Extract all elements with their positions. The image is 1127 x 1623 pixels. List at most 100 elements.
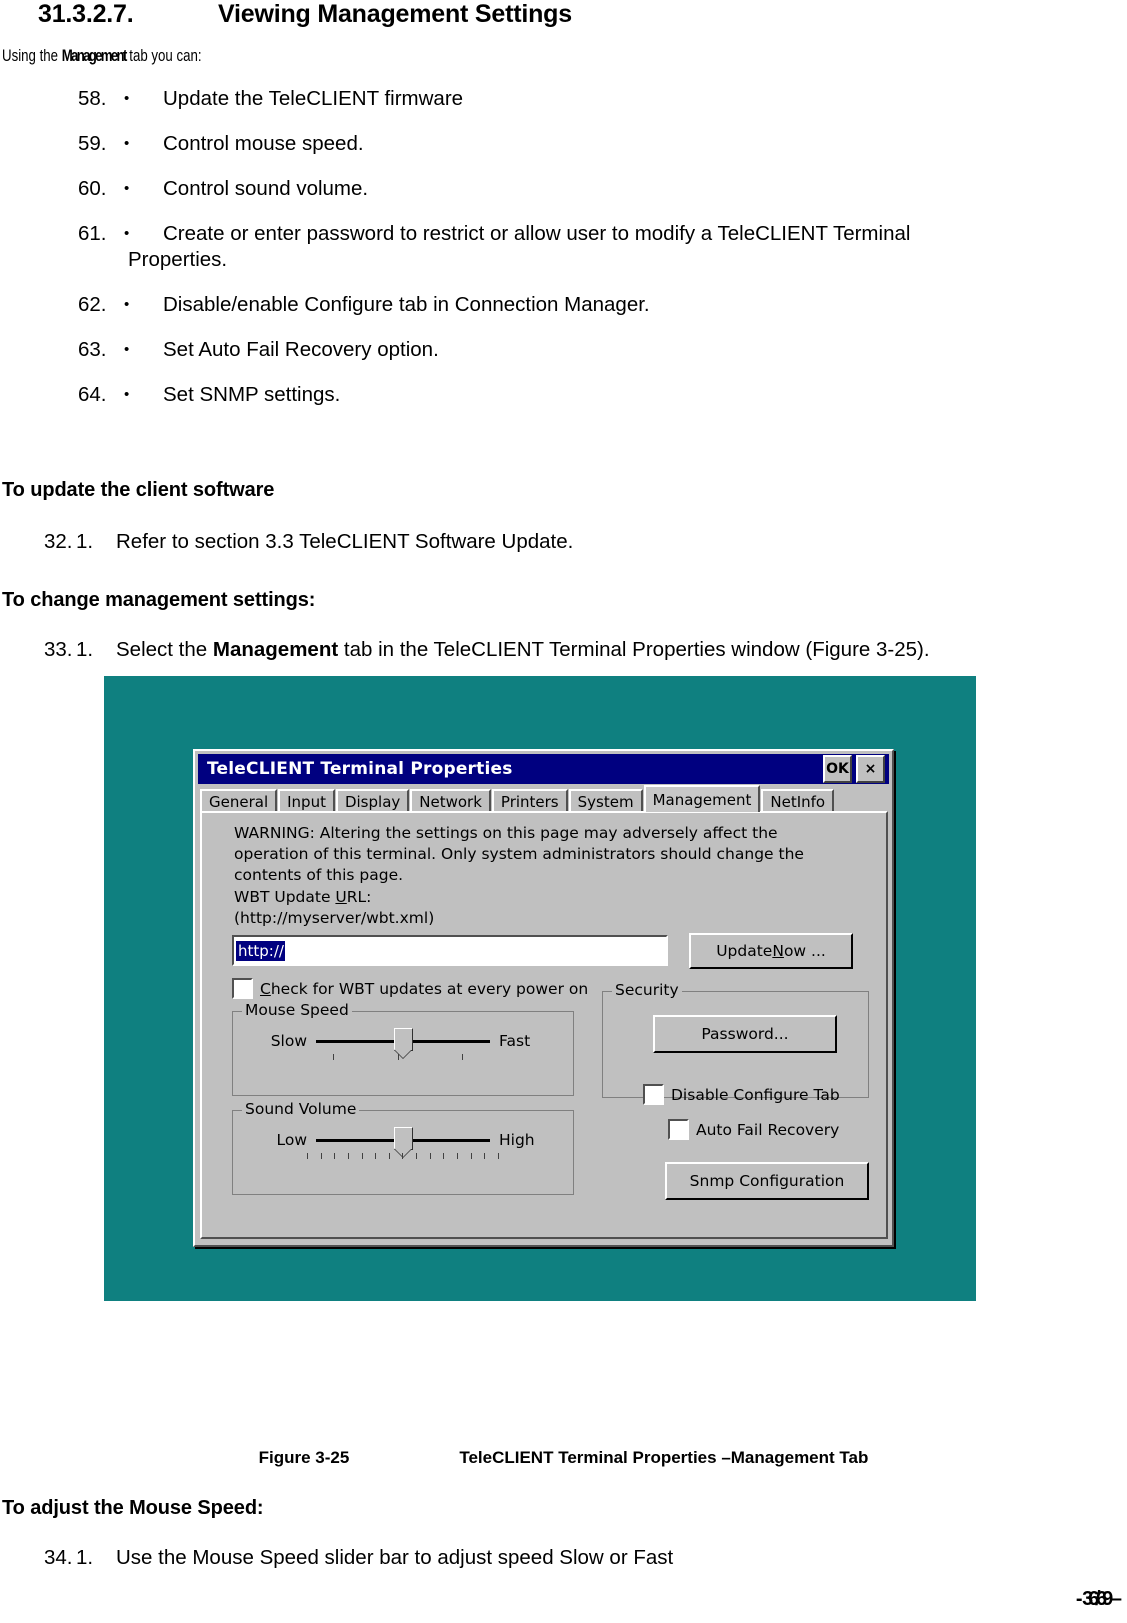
checkbox-icon[interactable] (643, 1084, 664, 1105)
wbt-update-url-label: WBT Update URL: (http://myserver/wbt.xml… (234, 887, 434, 929)
url-example: (http://myserver/wbt.xml) (234, 909, 435, 927)
url-input-value: http:// (236, 940, 285, 961)
step-number: 34. (44, 1546, 73, 1569)
checkbox-icon[interactable] (232, 978, 253, 999)
tab-netinfo[interactable]: NetInfo (761, 789, 835, 812)
list-item-number: 64. (78, 383, 107, 406)
sound-volume-track[interactable] (316, 1126, 490, 1150)
list-item-number: 62. (78, 293, 107, 316)
list-item-number: 61. (78, 222, 107, 245)
figure-caption: Figure 3-25 TeleCLIENT Terminal Propertie… (0, 1448, 1127, 1468)
list-item: 63. • Set Auto Fail Recovery option. (0, 337, 1127, 363)
tab-management[interactable]: Management (643, 785, 761, 812)
mouse-speed-slider[interactable]: Slow Fast (233, 1027, 573, 1051)
url-label-post: RL: (346, 888, 372, 906)
sound-volume-group: Sound Volume Low High (232, 1100, 574, 1195)
step-text-post: tab in the TeleCLIENT Terminal Propertie… (338, 638, 930, 661)
heading-change-management-settings: To change management settings: (2, 589, 316, 611)
security-group: Security Password... Disable Configure T… (602, 981, 869, 1105)
url-label-accesskey: U (335, 888, 347, 906)
list-item: 58. • Update the TeleCLIENT firmware (0, 86, 1127, 112)
list-item-text: Set Auto Fail Recovery option. (163, 338, 439, 361)
heading-adjust-mouse-speed: To adjust the Mouse Speed: (2, 1497, 264, 1519)
tab-input[interactable]: Input (278, 789, 335, 812)
disable-configure-tab-checkbox-row[interactable]: Disable Configure Tab (643, 1084, 840, 1105)
intro-line: Using the Management tab you can: (2, 46, 202, 66)
url-label-pre: WBT Update (234, 888, 336, 906)
mouse-speed-high-label: Fast (499, 1032, 531, 1050)
list-item-text: Update the TeleCLIENT firmware (163, 87, 464, 110)
bullet-icon: • (124, 90, 130, 107)
tab-display[interactable]: Display (335, 789, 410, 812)
step-substep: 1. (76, 638, 94, 661)
management-tab-panel: WARNING: Altering the settings on this p… (200, 811, 888, 1239)
tab-network[interactable]: Network (410, 789, 491, 812)
list-item: 64. • Set SNMP settings. (0, 382, 1127, 408)
step-text: Refer to section 3.3 TeleCLIENT Software… (116, 530, 574, 553)
step-use-mouse-slider: 34. 1. Use the Mouse Speed slider bar to a… (44, 1546, 673, 1570)
bullet-icon: • (124, 296, 130, 313)
bullet-icon: • (124, 225, 130, 242)
tab-strip: General Input Display Network Printers S… (200, 785, 888, 812)
step-text-pre: Select the (116, 638, 213, 661)
check-wbt-updates-checkbox-row[interactable]: Check for WBT updates at every power on (232, 978, 588, 999)
bullet-icon: • (124, 341, 130, 358)
update-now-button[interactable]: Update Now ... (689, 933, 853, 969)
tab-general[interactable]: General (200, 789, 278, 812)
ok-button[interactable]: OK (823, 755, 852, 783)
check-wbt-updates-label: Check for WBT updates at every power on (260, 980, 588, 998)
step-number: 33. (44, 638, 73, 661)
bullet-icon: • (124, 386, 130, 403)
sound-volume-ticks (307, 1153, 499, 1159)
step-number: 32. (44, 530, 73, 553)
security-group-label: Security (612, 981, 682, 999)
close-icon[interactable]: × (856, 755, 885, 783)
bullet-list: 58. • Update the TeleCLIENT firmware 59.… (0, 86, 1127, 427)
password-button[interactable]: Password... (653, 1015, 837, 1053)
step-substep: 1. (76, 1546, 94, 1569)
warning-text: WARNING: Altering the settings on this p… (234, 824, 804, 884)
window-title: TeleCLIENT Terminal Properties (207, 759, 513, 779)
bullet-icon: • (124, 180, 130, 197)
step-select-management-tab: 33. 1. Select the Management tab in the Te… (44, 638, 930, 662)
list-item-number: 59. (78, 132, 107, 155)
mouse-speed-low-label: Slow (270, 1032, 307, 1050)
sound-volume-thumb[interactable] (394, 1126, 413, 1150)
tab-system[interactable]: System (568, 789, 643, 812)
update-now-post: ow ... (783, 942, 826, 960)
intro-after: tab you can: (125, 46, 202, 65)
footer-prefix: - (1075, 1588, 1082, 1610)
figure-caption-text: TeleCLIENT Terminal Properties –Manageme… (459, 1448, 869, 1467)
mouse-speed-thumb[interactable] (394, 1027, 413, 1051)
step-text: Use the Mouse Speed slider bar to adjust… (116, 1546, 674, 1569)
figure-label: Figure 3-25 (258, 1448, 350, 1467)
tab-printers[interactable]: Printers (491, 789, 568, 812)
list-item-text: Set SNMP settings. (163, 383, 341, 406)
checkbox-icon[interactable] (668, 1119, 689, 1140)
list-item: 61. • Create or enter password to restri… (0, 221, 1127, 273)
section-number: 31.3.2.7. (38, 0, 134, 28)
snmp-configuration-button[interactable]: Snmp Configuration (665, 1162, 869, 1200)
teleclient-terminal-properties-window: TeleCLIENT Terminal Properties OK × Gene… (193, 749, 894, 1247)
list-item: 59. • Control mouse speed. (0, 131, 1127, 157)
list-item-text: Create or enter password to restrict or … (163, 222, 911, 245)
check-updates-post: heck for WBT updates at every power on (270, 979, 589, 998)
auto-fail-recovery-checkbox-row[interactable]: Auto Fail Recovery (668, 1119, 839, 1140)
figure-screenshot: TeleCLIENT Terminal Properties OK × Gene… (104, 676, 976, 1301)
window-titlebar: TeleCLIENT Terminal Properties OK × (198, 754, 889, 784)
list-item-text: Disable/enable Configure tab in Connecti… (163, 293, 650, 316)
document-page: 31.3.2.7. Viewing Management Settings Usi… (0, 0, 1127, 1623)
sound-volume-slider[interactable]: Low High (233, 1126, 573, 1150)
step-substep: 1. (76, 530, 94, 553)
check-updates-accesskey: C (260, 979, 271, 998)
page-title: 31.3.2.7. Viewing Management Settings (38, 0, 572, 29)
wbt-update-url-input[interactable]: http:// (232, 935, 668, 966)
mouse-speed-track[interactable] (316, 1027, 490, 1051)
sound-volume-high-label: High (499, 1131, 535, 1149)
heading-update-client-software: To update the client software (2, 479, 275, 501)
footer-page-number: 36 / 69 (1082, 1588, 1113, 1610)
list-item-number: 63. (78, 338, 107, 361)
step-text-bold: Management (212, 638, 339, 661)
sound-volume-group-label: Sound Volume (242, 1100, 360, 1118)
list-item: 60. • Control sound volume. (0, 176, 1127, 202)
